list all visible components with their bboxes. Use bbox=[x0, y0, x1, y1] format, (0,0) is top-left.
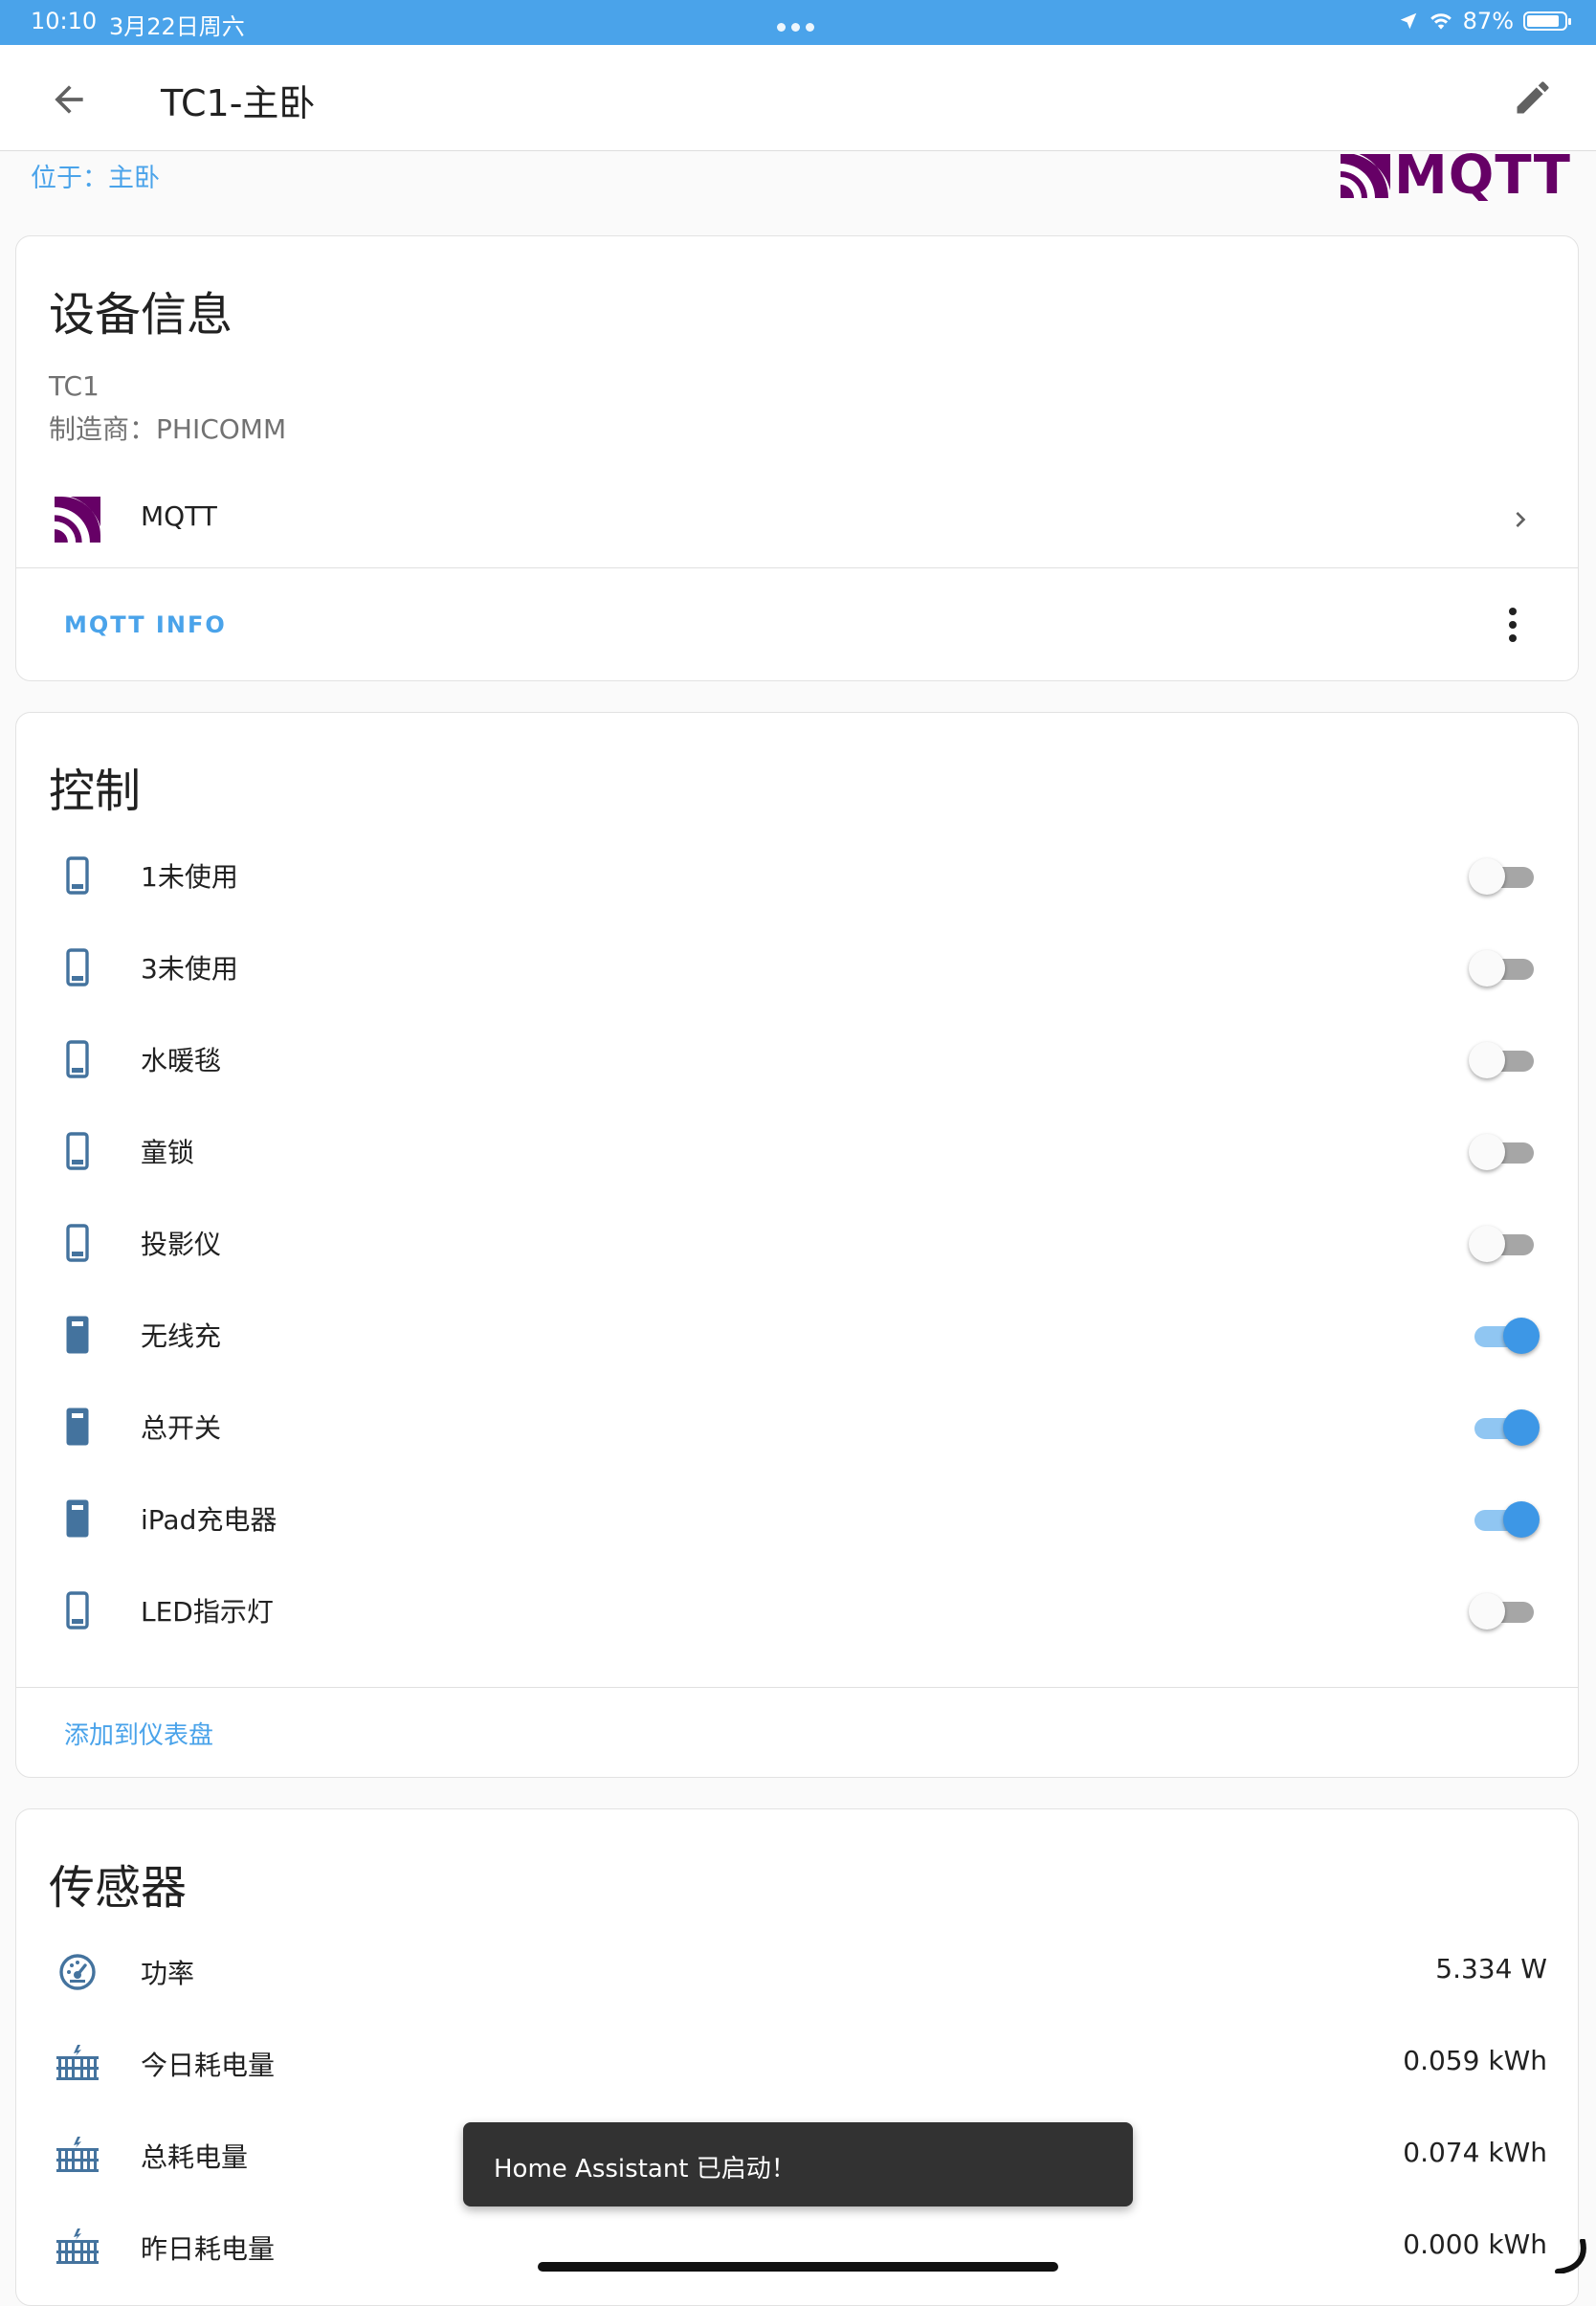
battery-icon bbox=[1523, 11, 1571, 31]
sensor-row[interactable]: 功率 5.334 W bbox=[16, 1926, 1578, 2018]
wifi-icon bbox=[1430, 13, 1452, 30]
toggle-switch[interactable] bbox=[1469, 1409, 1540, 1446]
pencil-icon[interactable] bbox=[1512, 77, 1554, 119]
mqtt-logo-text: MQTT bbox=[1393, 144, 1571, 207]
switch-off-icon bbox=[66, 1040, 89, 1078]
home-indicator[interactable] bbox=[538, 2262, 1058, 2272]
switch-off-icon bbox=[66, 1132, 89, 1170]
mqtt-info-button[interactable]: MQTT INFO bbox=[64, 611, 227, 638]
control-label: 无线充 bbox=[141, 1320, 222, 1352]
toggle-switch[interactable] bbox=[1469, 950, 1538, 987]
control-row[interactable]: LED指示灯 bbox=[16, 1564, 1578, 1656]
device-manufacturer: 制造商：PHICOMM bbox=[49, 413, 287, 445]
switch-off-icon bbox=[66, 1224, 89, 1262]
switch-off-icon bbox=[66, 1591, 89, 1630]
status-bar: 10:10 3月22日周六 87% bbox=[0, 0, 1596, 45]
sensor-label: 功率 bbox=[141, 1958, 195, 1989]
sensor-value: 0.074 kWh bbox=[1403, 2137, 1547, 2168]
toggle-switch[interactable] bbox=[1469, 1318, 1540, 1354]
area-link[interactable]: 位于：主卧 bbox=[31, 157, 160, 194]
control-label: 3未使用 bbox=[141, 953, 238, 985]
toast-notification: Home Assistant 已启动！ bbox=[463, 2122, 1133, 2206]
sensor-value: 5.334 W bbox=[1435, 1953, 1547, 1984]
device-info-card: 设备信息 TC1 制造商：PHICOMM MQTT MQTT INFO bbox=[15, 235, 1579, 681]
switch-off-icon bbox=[66, 856, 89, 895]
status-date: 3月22日周六 bbox=[109, 13, 245, 40]
control-label: 1未使用 bbox=[141, 861, 238, 893]
sensor-value: 0.059 kWh bbox=[1403, 2045, 1547, 2076]
status-time: 10:10 bbox=[31, 8, 98, 34]
page-title: TC1-主卧 bbox=[161, 82, 316, 124]
back-arrow-icon[interactable] bbox=[48, 78, 90, 121]
battery-percent: 87% bbox=[1462, 8, 1514, 34]
controls-title: 控制 bbox=[49, 765, 142, 818]
control-row[interactable]: 童锁 bbox=[16, 1105, 1578, 1197]
control-row[interactable]: 投影仪 bbox=[16, 1197, 1578, 1289]
add-to-dashboard-button[interactable]: 添加到仪表盘 bbox=[64, 1716, 213, 1751]
control-row[interactable]: 无线充 bbox=[16, 1289, 1578, 1381]
sensor-row[interactable]: 今日耗电量 0.059 kWh bbox=[16, 2018, 1578, 2110]
transmission-tower-icon bbox=[56, 2045, 99, 2080]
integration-label: MQTT bbox=[141, 500, 217, 532]
switch-on-icon bbox=[66, 1408, 89, 1446]
toggle-switch[interactable] bbox=[1469, 1042, 1538, 1078]
switch-on-icon bbox=[66, 1316, 89, 1354]
control-label: 水暖毯 bbox=[141, 1045, 222, 1076]
control-label: iPad充电器 bbox=[141, 1504, 277, 1536]
status-right: 87% bbox=[1398, 8, 1571, 34]
control-label: 童锁 bbox=[141, 1137, 195, 1168]
toggle-switch[interactable] bbox=[1469, 1226, 1538, 1262]
mqtt-icon bbox=[55, 497, 100, 543]
card-divider bbox=[16, 1687, 1578, 1688]
integration-row-mqtt[interactable]: MQTT bbox=[16, 474, 1578, 565]
sensor-label: 总耗电量 bbox=[141, 2141, 249, 2173]
sensors-card: 传感器 功率 5.334 W 今日耗电量 0.059 kWh 总耗电量 0.074 kWh… bbox=[15, 1808, 1579, 2306]
control-row[interactable]: iPad充电器 bbox=[16, 1473, 1578, 1564]
toggle-switch[interactable] bbox=[1469, 1501, 1540, 1538]
mqtt-brand-icon bbox=[1340, 154, 1390, 198]
toggle-switch[interactable] bbox=[1469, 1593, 1538, 1630]
sensor-label: 今日耗电量 bbox=[141, 2050, 276, 2081]
control-row[interactable]: 3未使用 bbox=[16, 921, 1578, 1013]
sensors-title: 传感器 bbox=[49, 1861, 188, 1915]
sensor-row[interactable]: 昨日耗电量 0.000 kWh bbox=[16, 2202, 1578, 2294]
control-label: 总开关 bbox=[141, 1412, 222, 1444]
controls-card: 控制 1未使用 3未使用水暖毯童锁投影仪无线充总开关 iPad充电器 LED指示灯 添… bbox=[15, 712, 1579, 1778]
toggle-switch[interactable] bbox=[1469, 858, 1538, 895]
transmission-tower-icon bbox=[56, 2137, 99, 2172]
location-arrow-icon bbox=[1400, 12, 1416, 30]
switch-off-icon bbox=[66, 948, 89, 987]
transmission-tower-icon bbox=[56, 2228, 99, 2264]
more-vertical-icon[interactable] bbox=[1507, 606, 1518, 644]
sensor-label: 昨日耗电量 bbox=[141, 2233, 276, 2265]
scribble-corner-icon bbox=[1555, 2239, 1586, 2273]
gauge-icon bbox=[59, 1954, 96, 1990]
switch-on-icon bbox=[66, 1499, 89, 1538]
control-label: 投影仪 bbox=[141, 1229, 222, 1260]
sensor-value: 0.000 kWh bbox=[1403, 2228, 1547, 2260]
toggle-switch[interactable] bbox=[1469, 1134, 1538, 1170]
control-row[interactable]: 1未使用 bbox=[16, 830, 1578, 921]
card-divider bbox=[16, 567, 1578, 568]
control-row[interactable]: 水暖毯 bbox=[16, 1013, 1578, 1105]
toast-message: Home Assistant 已启动！ bbox=[494, 2155, 796, 2184]
multitasking-dots-icon[interactable] bbox=[777, 17, 820, 35]
device-info-title: 设备信息 bbox=[49, 288, 233, 342]
control-row[interactable]: 总开关 bbox=[16, 1381, 1578, 1473]
device-model: TC1 bbox=[49, 370, 100, 402]
app-toolbar: TC1-主卧 bbox=[0, 45, 1596, 151]
control-label: LED指示灯 bbox=[141, 1596, 274, 1628]
mqtt-logo: MQTT bbox=[1340, 144, 1571, 207]
chevron-right-icon bbox=[1516, 512, 1526, 527]
